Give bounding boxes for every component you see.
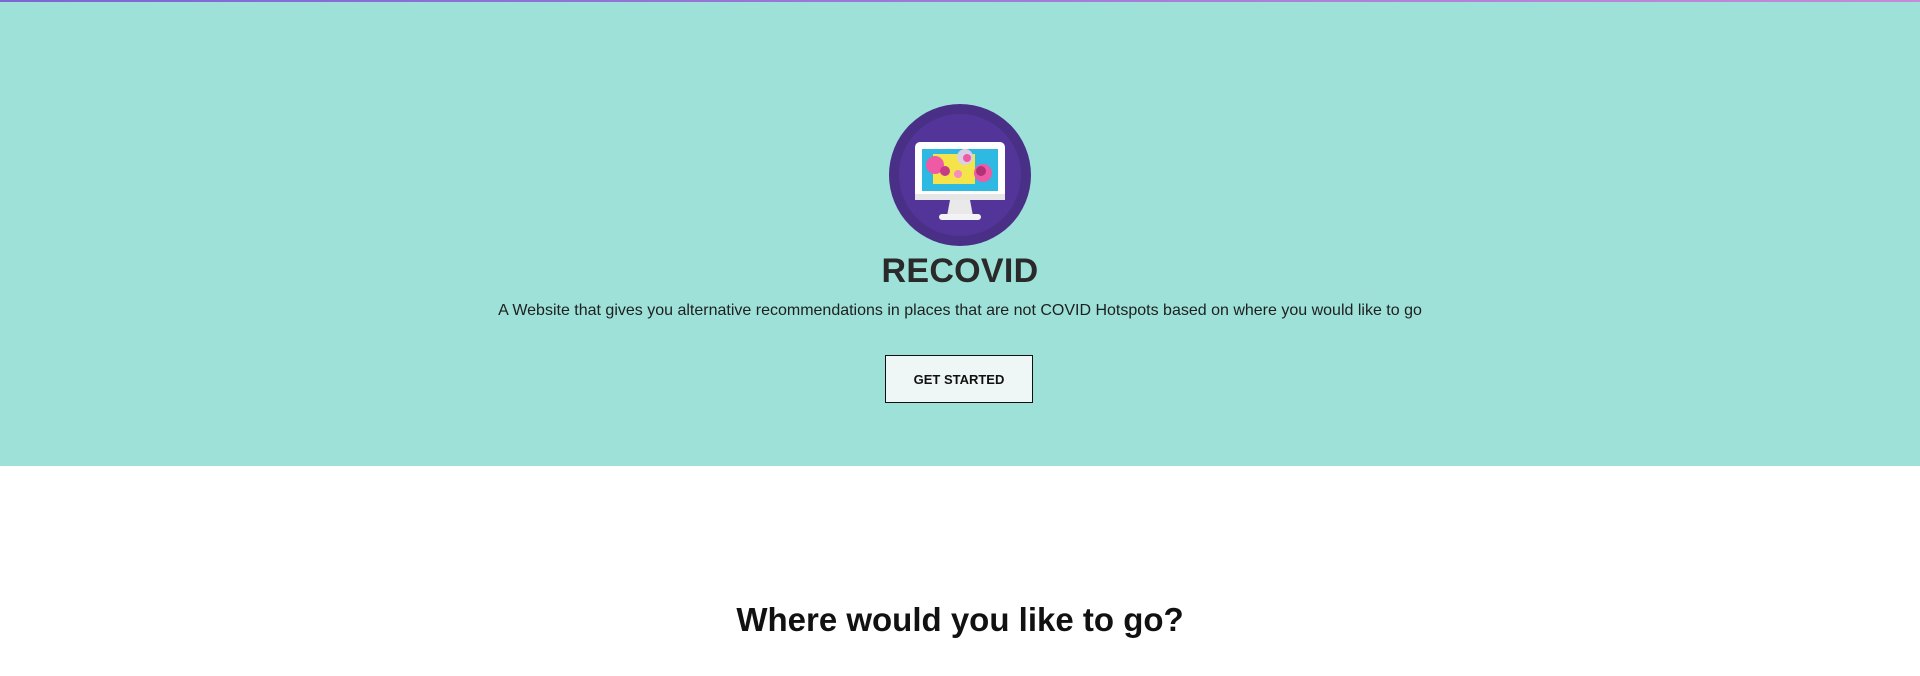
site-description: A Website that gives you alternative rec…: [498, 302, 1422, 319]
site-title: RECOVID: [881, 252, 1039, 290]
where-to-go-heading: Where would you like to go?: [736, 601, 1184, 639]
computer-monitor-icon: [889, 104, 1031, 246]
logo-graphic: [889, 104, 1031, 246]
hero-section: RECOVID A Website that gives you alterna…: [0, 2, 1920, 466]
get-started-button[interactable]: GET STARTED: [885, 355, 1033, 403]
